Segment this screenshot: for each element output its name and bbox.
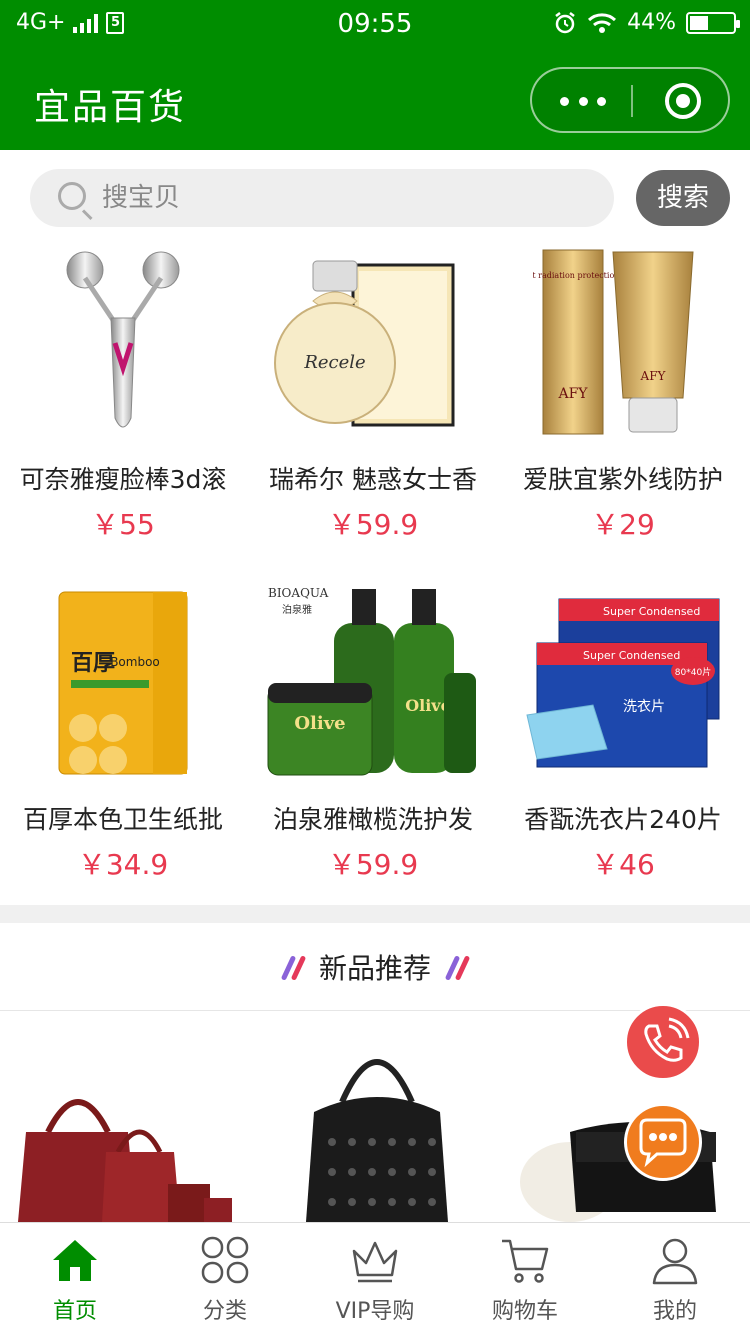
search-button[interactable]: 搜索	[636, 170, 730, 226]
tab-mine[interactable]: 我的	[600, 1223, 750, 1333]
product-name: 香翫洗衣片240片	[524, 805, 722, 834]
decor-slash-icon	[280, 953, 307, 981]
product-name: 百厚本色卫生纸批	[22, 805, 223, 834]
product-price: ￥55	[91, 508, 155, 541]
product-image-sun-cream[interactable]: Ultraviolet radiation protection CREAM A…	[508, 245, 738, 440]
olive-bottle-label: Olive	[405, 696, 451, 715]
tab-label: 我的	[652, 1299, 697, 1324]
product-name: 可奈雅瘦脸棒3d滚	[19, 465, 227, 494]
product-image-face-roller[interactable]	[8, 245, 238, 440]
laundry-cn-label: 洗衣片	[623, 699, 665, 715]
product-image-laundry-sheets[interactable]: Super Condensed Super Condensed 洗衣片 80*4…	[508, 585, 738, 780]
tab-vip[interactable]: VIP导购	[300, 1223, 450, 1333]
home-icon	[53, 1240, 97, 1281]
capsule-divider	[631, 85, 633, 117]
tab-label: 购物车	[491, 1299, 558, 1324]
product-card[interactable]: Ultraviolet radiation protection CREAM A…	[500, 245, 746, 545]
product-name: 爱肤宜紫外线防护	[522, 465, 723, 494]
app-header: 宜品百货	[0, 50, 750, 150]
olive-jar-label: Olive	[294, 713, 345, 734]
new-products-header: 新品推荐	[0, 923, 750, 1011]
tab-category[interactable]: 分类	[150, 1223, 300, 1333]
more-icon[interactable]	[560, 89, 606, 113]
tab-home[interactable]: 首页	[0, 1223, 150, 1333]
product-image-olive-haircare[interactable]: BIOAQUA 泊泉雅 Olive Olive	[258, 585, 488, 780]
product-card[interactable]: Recele 瑞希尔 魅惑女士香 ￥59.9	[250, 245, 496, 545]
tissue-brand-text: 百厚	[71, 651, 115, 676]
tab-cart[interactable]: 购物车	[450, 1223, 600, 1333]
cart-icon	[502, 1239, 549, 1283]
product-price: ￥34.9	[77, 848, 169, 881]
alarm-icon	[555, 11, 575, 33]
chat-icon	[639, 1118, 687, 1168]
product-image-tissue[interactable]: 百厚 Bomboo	[8, 585, 238, 780]
crown-icon	[352, 1241, 398, 1283]
cream-box-brand: AFY	[557, 386, 588, 402]
laundry-count-label: 80*40片	[675, 666, 711, 678]
tab-label: 首页	[52, 1299, 97, 1324]
app-title: 宜品百货	[34, 87, 187, 128]
product-image-perfume[interactable]: Recele	[258, 245, 488, 440]
product-name: 泊泉雅橄榄洗护发	[272, 805, 473, 834]
search-input[interactable]	[102, 177, 582, 219]
laundry-top-label: Super Condensed	[603, 605, 700, 618]
tab-bar: 首页 分类 VIP导购 购物车 我的	[0, 1222, 750, 1333]
product-price: ￥59.9	[327, 508, 419, 541]
section-title: 新品推荐	[318, 951, 431, 985]
decor-slash-icon	[444, 953, 471, 981]
search-bar[interactable]	[30, 169, 614, 227]
olive-brand-text: BIOAQUA	[268, 586, 329, 600]
product-image-red-bags[interactable]	[18, 1072, 238, 1222]
product-price: ￥59.9	[327, 848, 419, 881]
tissue-label-text: Bomboo	[110, 655, 160, 669]
product-name: 瑞希尔 魅惑女士香	[269, 465, 477, 494]
tab-label: VIP导购	[335, 1299, 415, 1324]
product-card[interactable]: 百厚 Bomboo 百厚本色卫生纸批 ￥34.9	[0, 585, 246, 885]
product-card[interactable]: 可奈雅瘦脸棒3d滚 ￥55	[0, 245, 246, 545]
product-card[interactable]: BIOAQUA 泊泉雅 Olive Olive 泊泉雅橄榄洗护发 ￥59.9	[250, 585, 496, 885]
status-bar: 4G+ 5 09:55 44%	[0, 0, 750, 50]
user-icon	[652, 1238, 698, 1285]
chat-button[interactable]	[624, 1103, 702, 1181]
product-price: ￥29	[591, 508, 655, 541]
mini-program-capsule	[530, 67, 730, 133]
phone-icon	[644, 1017, 690, 1062]
perfume-brand-text: Recele	[303, 352, 365, 373]
battery-percent: 44%	[627, 10, 676, 35]
status-right: 44%	[553, 10, 740, 35]
section-divider	[0, 905, 750, 923]
product-image-studded-bag[interactable]	[302, 1032, 452, 1222]
close-target-icon[interactable]	[665, 83, 701, 119]
search-icon	[58, 182, 86, 210]
product-price: ￥46	[591, 848, 655, 881]
olive-brand-cn-text: 泊泉雅	[282, 603, 312, 616]
wifi-icon	[588, 12, 617, 33]
category-icon	[201, 1236, 249, 1284]
phone-button[interactable]	[624, 1003, 702, 1081]
cream-tube-brand: AFY	[640, 369, 667, 383]
battery-icon	[686, 11, 740, 34]
laundry-front-label: Super Condensed	[583, 649, 680, 662]
product-card[interactable]: Super Condensed Super Condensed 洗衣片 80*4…	[500, 585, 746, 885]
tab-label: 分类	[202, 1299, 247, 1324]
